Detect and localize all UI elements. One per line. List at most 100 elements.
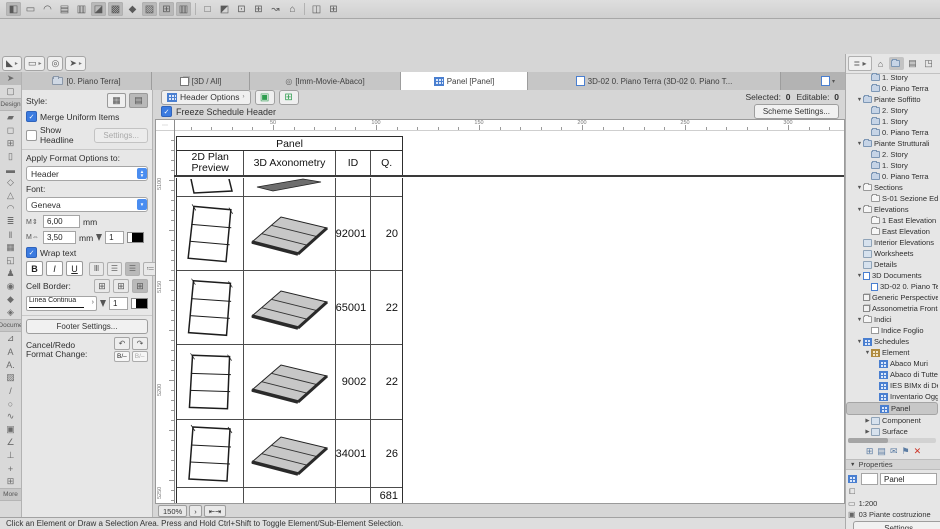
font-height-field[interactable]: 6,00 [43,215,80,228]
stair-tool-icon[interactable]: ≣ [0,215,21,228]
shaded-mode-icon[interactable]: ◩ [217,2,232,16]
tree-item-3d-documents[interactable]: ▼3D Documents [846,270,938,281]
tree-item-abaco-di-tutte-l[interactable]: Abaco di Tutte l [846,369,938,380]
slab-tool-icon[interactable]: ◇ [0,176,21,189]
id-cell[interactable] [336,178,372,196]
roof-tool-icon[interactable]: △ [0,189,21,202]
apply-format-select[interactable]: Header ▲▼ [26,166,148,181]
navigator-settings-button[interactable]: Settings... [853,521,940,529]
align-center-button[interactable]: ☰ [107,262,122,276]
table-row-partial[interactable] [177,178,402,197]
tree-item-details[interactable]: Details [846,259,938,270]
align-right-button[interactable]: ☰ [125,262,140,276]
true-line-weight-icon[interactable]: ◆ [125,2,140,16]
tree-item-schedules[interactable]: ▼Schedules [846,336,938,347]
tree-item-3d-02-0-piano-te[interactable]: 3D-02 0. Piano Te [846,281,938,292]
axonometry-cell[interactable] [244,488,335,503]
tree-item-0-piano-terra[interactable]: 0. Piano Terra [846,127,938,138]
scheme-settings-button[interactable]: Scheme Settings... [754,104,839,119]
save-current-view-icon[interactable]: ▤ [877,446,886,457]
remove-format-button[interactable]: B/– [132,351,148,362]
curtain-wall-tool-icon[interactable]: ▦ [0,241,21,254]
show-headline-checkbox[interactable] [26,130,37,141]
zoom-step-button[interactable]: › [189,505,202,517]
window-tool-icon[interactable]: ⊞ [0,137,21,150]
tree-item-piante-soffitto[interactable]: ▼Piante Soffitto [846,94,938,105]
tree-item-surface[interactable]: ▶Surface [846,426,938,436]
id-cell[interactable]: 92001 [336,197,372,270]
plan-preview-cell[interactable] [177,420,244,487]
tree-item-sections[interactable]: ▼Sections [846,182,938,193]
text-tool-icon[interactable]: A [0,345,21,358]
disclosure-open-icon[interactable]: ▼ [856,339,863,345]
new-folder-icon[interactable]: ⚑ [901,446,909,457]
id-cell[interactable]: 34001 [336,420,372,487]
disclosure-open-icon[interactable]: ▼ [856,141,863,147]
underline-button[interactable]: U [66,261,83,276]
spline-tool-icon[interactable]: ∿ [0,410,21,423]
marquee-display-icon[interactable]: □ [200,2,215,16]
rotate-view[interactable]: ◎ [47,56,63,71]
publisher-sets-icon[interactable]: ◳ [921,57,936,70]
table-row[interactable]: 3400126 [177,420,402,488]
headline-settings-button[interactable]: Settings... [94,128,148,143]
tree-item-2-story[interactable]: 2. Story [846,105,938,116]
disclosure-open-icon[interactable]: ▼ [856,273,863,279]
header-options-button[interactable]: Header Options › [161,90,251,105]
id-field[interactable]: Panel [880,473,937,485]
tree-item-generic-perspective[interactable]: Generic Perspective [846,292,938,303]
plan-preview-cell[interactable] [177,178,244,196]
project-map-icon[interactable]: ⌂ [873,57,888,70]
hotspot-tool-icon[interactable]: + [0,462,21,475]
wall-tool-icon[interactable]: ▰ [0,111,21,124]
id-cell[interactable] [336,488,372,503]
column-header-id[interactable]: ID [336,151,372,175]
wall-reference-icon[interactable]: ◧ [6,2,21,16]
tree-item-assonometria-fronta[interactable]: Assonometria Fronta [846,303,938,314]
plan-preview-cell[interactable] [177,197,244,270]
plan-preview-cell[interactable] [177,345,244,419]
tree-item-abaco-muri[interactable]: Abaco Muri [846,358,938,369]
clean-intersections-icon[interactable]: ⊞ [159,2,174,16]
border-all-button[interactable]: ⊞ [132,279,148,293]
tree-item-indice-foglio[interactable]: Indice Foglio [846,325,938,336]
pen2-field[interactable]: 1 [109,297,128,310]
tree-item-inventario-ogge[interactable]: Inventario Ogge [846,391,938,402]
table-row[interactable]: 6500122 [177,271,402,345]
tab--imm-movie-abaco-[interactable]: ◎[Imm-Movie-Abaco] [250,72,401,90]
quantity-cell[interactable] [371,178,402,196]
footer-settings-button[interactable]: Footer Settings... [26,319,148,334]
column-header-q[interactable]: Q. [371,151,402,175]
column-tool-icon[interactable]: ▯ [0,150,21,163]
plan-preview-cell[interactable] [177,271,244,344]
tree-item-indici[interactable]: ▼Indici [846,314,938,325]
shell-tool-icon[interactable]: ◠ [0,202,21,215]
linetype-select[interactable]: Linea Continua › [26,296,97,311]
lamp-tool-icon[interactable]: ◉ [0,280,21,293]
tree-item-s-01-sezione-edif[interactable]: S-01 Sezione Edif [846,193,938,204]
disclosure-open-icon[interactable]: ▼ [856,185,863,191]
tree-item-1-story[interactable]: 1. Story [846,72,938,83]
properties-header[interactable]: ▼ Properties [846,459,940,470]
quantity-cell[interactable]: 22 [371,271,402,344]
quantity-cell[interactable]: 20 [371,197,402,270]
mesh-tool-icon[interactable]: ◈ [0,306,21,319]
delete-item-icon[interactable]: ✕ [914,446,922,457]
quad-pane-icon[interactable]: ⊞ [326,2,341,16]
clone-folder-icon[interactable]: ⊞ [866,446,874,457]
tree-item-0-piano-terra[interactable]: 0. Piano Terra [846,171,938,182]
column-header-2d-plan[interactable]: 2D Plan Preview [177,151,244,175]
freeze-header-checkbox[interactable]: ✓ [161,106,172,117]
door-tool-icon[interactable]: ◻ [0,124,21,137]
navigator-hscrollbar[interactable] [848,438,936,443]
tree-item-0-piano-terra[interactable]: 0. Piano Terra [846,83,938,94]
tree-item-ies-bimx-di-def[interactable]: IES BIMx di Def [846,380,938,391]
axonometry-cell[interactable] [244,345,335,419]
arrow-tool-icon[interactable]: ➤ [0,72,21,85]
tree-item-1-story[interactable]: 1. Story [846,160,938,171]
object-tool-icon[interactable]: ♟ [0,267,21,280]
arc-segment-icon[interactable]: ◠ [40,2,55,16]
line-tool-icon[interactable]: / [0,384,21,397]
drawing-tool-icon[interactable]: ⊞ [0,475,21,488]
circle-tool-icon[interactable]: ○ [0,397,21,410]
